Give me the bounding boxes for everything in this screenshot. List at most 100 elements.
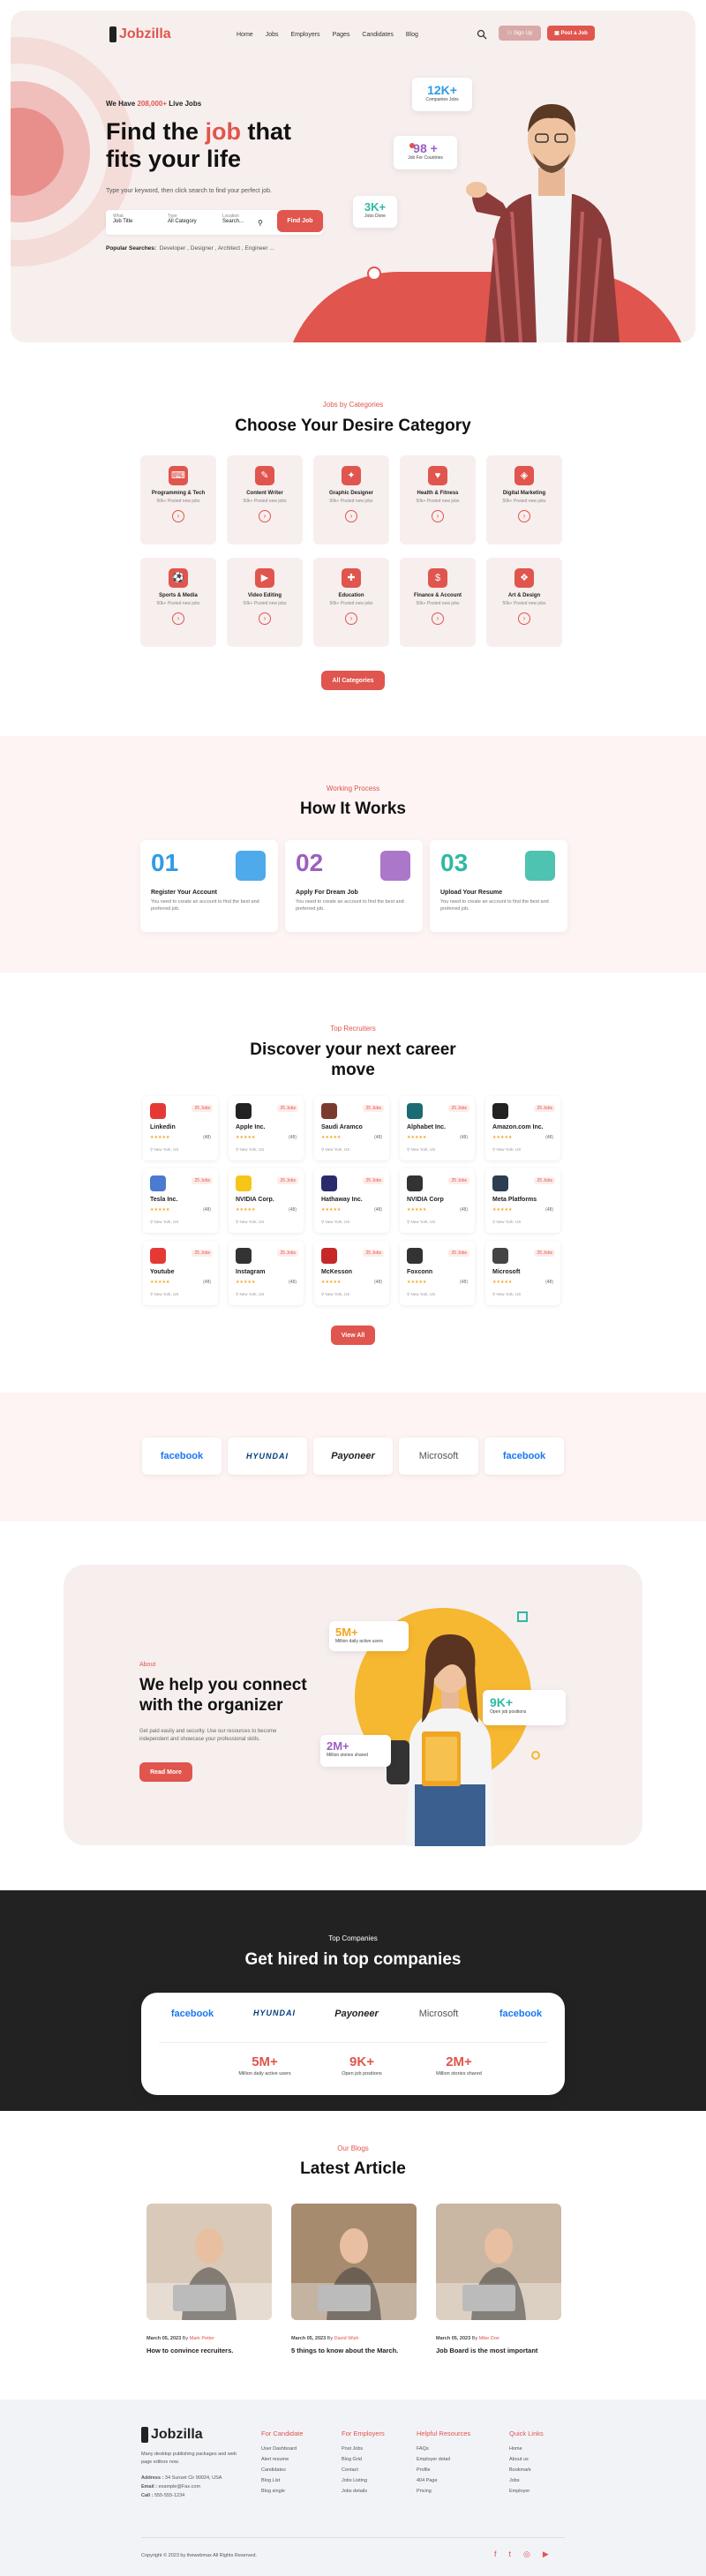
category-card[interactable]: ✚ Education 50k+ Posted new jobs › xyxy=(313,558,389,647)
arrow-right-icon[interactable]: › xyxy=(432,510,444,522)
recruiter-card[interactable]: 25 Jobs Foxconn ★★★★★ (48) ⚲ New York, US xyxy=(400,1241,475,1305)
category-card[interactable]: ⌨ Programming & Tech 50k+ Posted new jobs › xyxy=(140,455,216,544)
partner-logo[interactable]: Payoneer xyxy=(313,1438,393,1475)
arrow-right-icon[interactable]: › xyxy=(432,612,444,625)
read-more-button[interactable]: Read More xyxy=(139,1762,192,1782)
footer-logo[interactable]: Jobzilla xyxy=(141,2427,203,2443)
company-logo[interactable]: facebook xyxy=(157,2009,228,2019)
recruiter-card[interactable]: 25 Jobs Linkedin ★★★★★ (48) ⚲ New York, US xyxy=(143,1096,218,1160)
arrow-right-icon[interactable]: › xyxy=(345,510,357,522)
footer-email[interactable]: Email : example@Fax.com xyxy=(141,2482,222,2491)
footer-link[interactable]: Blog List xyxy=(261,2478,304,2483)
all-categories-button[interactable]: All Categories xyxy=(321,671,385,690)
blog-thumbnail[interactable] xyxy=(436,2204,561,2320)
arrow-right-icon[interactable]: › xyxy=(518,510,530,522)
partner-logo[interactable]: facebook xyxy=(142,1438,222,1475)
blog-title[interactable]: Job Board is the most important xyxy=(436,2347,561,2354)
nav-pages[interactable]: Pages xyxy=(333,32,350,38)
category-card[interactable]: $ Finance & Account 50k+ Posted new jobs › xyxy=(400,558,476,647)
footer-link[interactable]: Alert resume xyxy=(261,2457,304,2462)
instagram-icon[interactable]: ◎ xyxy=(523,2550,530,2559)
company-logo[interactable]: Payoneer xyxy=(321,2009,392,2019)
footer-link[interactable]: Profile xyxy=(417,2467,470,2473)
arrow-right-icon[interactable]: › xyxy=(345,612,357,625)
view-all-button[interactable]: View All xyxy=(331,1326,375,1345)
blog-card[interactable]: March 05, 2023 By David Wish 5 things to … xyxy=(291,2204,417,2354)
blog-author[interactable]: David Wish xyxy=(334,2336,359,2341)
arrow-right-icon[interactable]: › xyxy=(259,510,271,522)
footer-link[interactable]: Jobs Listing xyxy=(342,2478,385,2483)
find-job-button[interactable]: Find Job xyxy=(277,210,323,232)
nav-candidates[interactable]: Candidates xyxy=(362,32,393,38)
recruiter-card[interactable]: 25 Jobs Meta Platforms ★★★★★ (48) ⚲ New York… xyxy=(485,1168,560,1233)
logo[interactable]: Jobzilla xyxy=(109,26,171,42)
blog-card[interactable]: March 05, 2023 By Mike Doe Job Board is t… xyxy=(436,2204,561,2354)
footer-link[interactable]: Blog Grid xyxy=(342,2457,385,2462)
category-card[interactable]: ♥ Health & Fitness 50k+ Posted new jobs › xyxy=(400,455,476,544)
category-card[interactable]: ✎ Content Writer 50k+ Posted new jobs › xyxy=(227,455,303,544)
recruiter-card[interactable]: 25 Jobs Microsoft ★★★★★ (48) ⚲ New York, US xyxy=(485,1241,560,1305)
footer-link[interactable]: Employer detail xyxy=(417,2457,470,2462)
footer-link[interactable]: Bookmark xyxy=(509,2467,544,2473)
partner-logo[interactable]: Microsoft xyxy=(399,1438,478,1475)
footer-link[interactable]: User Dashboard xyxy=(261,2446,304,2452)
footer-link[interactable]: Candidates xyxy=(261,2467,304,2473)
recruiter-card[interactable]: 25 Jobs Alphabet Inc. ★★★★★ (48) ⚲ New York,… xyxy=(400,1096,475,1160)
post-job-button[interactable]: ▣ Post a Job xyxy=(547,26,595,41)
company-logo[interactable]: HYUNDAI xyxy=(239,2009,310,2017)
youtube-icon[interactable]: ▶ xyxy=(543,2550,549,2559)
blog-author[interactable]: Mike Doe xyxy=(479,2336,499,2341)
nav-blog[interactable]: Blog xyxy=(406,32,418,38)
category-card[interactable]: ◈ Digital Marketing 50k+ Posted new jobs › xyxy=(486,455,562,544)
blog-thumbnail[interactable] xyxy=(291,2204,417,2320)
type-select[interactable]: Type All Category xyxy=(168,214,197,224)
footer-link[interactable]: Contact xyxy=(342,2467,385,2473)
arrow-right-icon[interactable]: › xyxy=(172,510,184,522)
blog-author[interactable]: Mark Petter xyxy=(190,2336,214,2341)
recruiter-card[interactable]: 25 Jobs Saudi Aramco ★★★★★ (48) ⚲ New York, … xyxy=(314,1096,389,1160)
footer-link[interactable]: About us xyxy=(509,2457,544,2462)
arrow-right-icon[interactable]: › xyxy=(518,612,530,625)
footer-link[interactable]: FAQs xyxy=(417,2446,470,2452)
recruiter-card[interactable]: 25 Jobs NVIDIA Corp ★★★★★ (48) ⚲ New York, U… xyxy=(400,1168,475,1233)
partner-logo[interactable]: facebook xyxy=(484,1438,564,1475)
category-card[interactable]: ✦ Graphic Designer 50k+ Posted new jobs › xyxy=(313,455,389,544)
arrow-right-icon[interactable]: › xyxy=(172,612,184,625)
recruiter-card[interactable]: 25 Jobs Apple Inc. ★★★★★ (48) ⚲ New York, US xyxy=(229,1096,304,1160)
footer-link[interactable]: Home xyxy=(509,2446,544,2452)
footer-link[interactable]: Employer xyxy=(509,2489,544,2494)
location-field[interactable]: Location Search... xyxy=(222,214,244,224)
recruiter-card[interactable]: 25 Jobs NVIDIA Corp. ★★★★★ (48) ⚲ New York, … xyxy=(229,1168,304,1233)
twitter-icon[interactable]: t xyxy=(509,2550,512,2559)
recruiter-card[interactable]: 25 Jobs Youtube ★★★★★ (48) ⚲ New York, US xyxy=(143,1241,218,1305)
what-field[interactable]: What Job Title xyxy=(113,214,132,224)
recruiter-card[interactable]: 25 Jobs Hathaway Inc. ★★★★★ (48) ⚲ New York,… xyxy=(314,1168,389,1233)
footer-link[interactable]: Pricing xyxy=(417,2489,470,2494)
footer-call[interactable]: Call : 555-555-1234 xyxy=(141,2491,222,2500)
recruiter-card[interactable]: 25 Jobs Amazon.com Inc. ★★★★★ (48) ⚲ New Yor… xyxy=(485,1096,560,1160)
recruiter-card[interactable]: 25 Jobs Instagram ★★★★★ (48) ⚲ New York, US xyxy=(229,1241,304,1305)
footer-link[interactable]: 404 Page xyxy=(417,2478,470,2483)
nav-home[interactable]: Home xyxy=(237,32,253,38)
category-card[interactable]: ❖ Art & Design 50k+ Posted new jobs › xyxy=(486,558,562,647)
facebook-icon[interactable]: f xyxy=(494,2550,497,2559)
blog-card[interactable]: March 05, 2023 By Mark Petter How to conv… xyxy=(146,2204,272,2354)
company-logo[interactable]: facebook xyxy=(485,2009,556,2019)
footer-link[interactable]: Jobs xyxy=(509,2478,544,2483)
blog-title[interactable]: 5 things to know about the March. xyxy=(291,2347,417,2354)
category-card[interactable]: ▶ Video Editing 50k+ Posted new jobs › xyxy=(227,558,303,647)
search-icon[interactable] xyxy=(477,28,487,40)
footer-link[interactable]: Blog single xyxy=(261,2489,304,2494)
recruiter-card[interactable]: 25 Jobs Tesla Inc. ★★★★★ (48) ⚲ New York, US xyxy=(143,1168,218,1233)
partner-logo[interactable]: HYUNDAI xyxy=(228,1438,307,1475)
recruiter-card[interactable]: 25 Jobs McKesson ★★★★★ (48) ⚲ New York, US xyxy=(314,1241,389,1305)
arrow-right-icon[interactable]: › xyxy=(259,612,271,625)
footer-link[interactable]: Post Jobs xyxy=(342,2446,385,2452)
blog-title[interactable]: How to convince recruiters. xyxy=(146,2347,272,2354)
company-logo[interactable]: Microsoft xyxy=(403,2009,474,2019)
nav-employers[interactable]: Employers xyxy=(290,32,319,38)
signup-button[interactable]: ⚇ Sign Up xyxy=(499,26,541,41)
category-card[interactable]: ⚽ Sports & Media 50k+ Posted new jobs › xyxy=(140,558,216,647)
footer-link[interactable]: Jobs details xyxy=(342,2489,385,2494)
nav-jobs[interactable]: Jobs xyxy=(266,32,279,38)
